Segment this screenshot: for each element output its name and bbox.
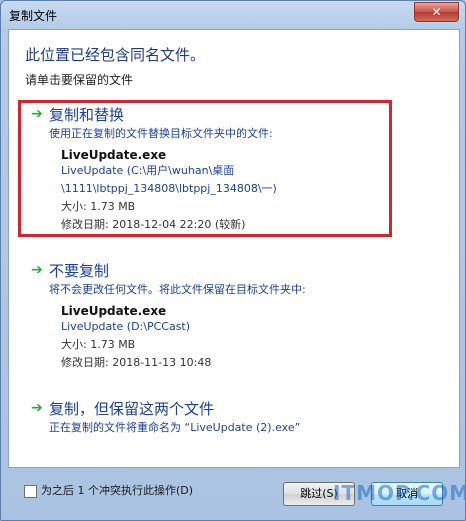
file-size: 大小: 1.73 MB [61, 200, 136, 213]
dialog-instruction: 请单击要保留的文件 [25, 73, 134, 87]
option-dont-copy[interactable]: ➔ 不要复制 将不会更改任何文件。将此文件保留在目标文件夹中: LiveUpda… [31, 260, 443, 372]
file-modified-date: 修改日期: 2018-12-04 22:20 (较新) [61, 218, 246, 231]
file-path-line-1: LiveUpdate (C:\用户\wuhan\桌面 [61, 164, 235, 177]
close-button[interactable]: ✕ [414, 2, 459, 22]
copy-file-dialog: 复制文件 ✕ 此位置已经包含同名文件。 请单击要保留的文件 ➔ 复制和替换 使用… [0, 0, 466, 521]
file-name: LiveUpdate.exe [61, 148, 167, 162]
option-title: 不要复制 [49, 262, 110, 280]
window-title: 复制文件 [9, 9, 58, 23]
option-copy-and-replace[interactable]: ➔ 复制和替换 使用正在复制的文件替换目标文件夹中的文件: LiveUpdate… [31, 104, 443, 234]
watermark-text: ITMOP.COM [333, 481, 466, 505]
file-path-line-1: LiveUpdate (D:\PCCast) [61, 320, 191, 333]
file-path-line-2: \1111\lbtppj_134808\lbtppj_134808\一) [61, 182, 277, 195]
option-description: 将不会更改任何文件。将此文件保留在目标文件夹中: [49, 283, 306, 296]
dialog-heading: 此位置已经包含同名文件。 [25, 46, 206, 64]
file-size: 大小: 1.73 MB [61, 338, 136, 351]
dialog-content: 此位置已经包含同名文件。 请单击要保留的文件 ➔ 复制和替换 使用正在复制的文件… [8, 29, 460, 468]
green-arrow-icon: ➔ [31, 262, 43, 278]
green-arrow-icon: ➔ [31, 106, 43, 122]
file-modified-date: 修改日期: 2018-11-13 10:48 [61, 356, 212, 369]
option-title: 复制，但保留这两个文件 [49, 400, 215, 418]
apply-to-all-label[interactable]: 为之后 1 个冲突执行此操作(D) [41, 482, 193, 498]
title-bar[interactable]: 复制文件 ✕ [1, 1, 465, 29]
option-description: 使用正在复制的文件替换目标文件夹中的文件: [49, 127, 273, 140]
file-name: LiveUpdate.exe [61, 304, 167, 318]
green-arrow-icon: ➔ [31, 400, 43, 416]
option-title: 复制和替换 [49, 106, 125, 124]
apply-to-all-checkbox[interactable] [24, 485, 37, 498]
option-description: 正在复制的文件将重命名为 “LiveUpdate (2).exe” [49, 421, 301, 434]
option-copy-keep-both[interactable]: ➔ 复制，但保留这两个文件 正在复制的文件将重命名为 “LiveUpdate (… [31, 398, 443, 436]
